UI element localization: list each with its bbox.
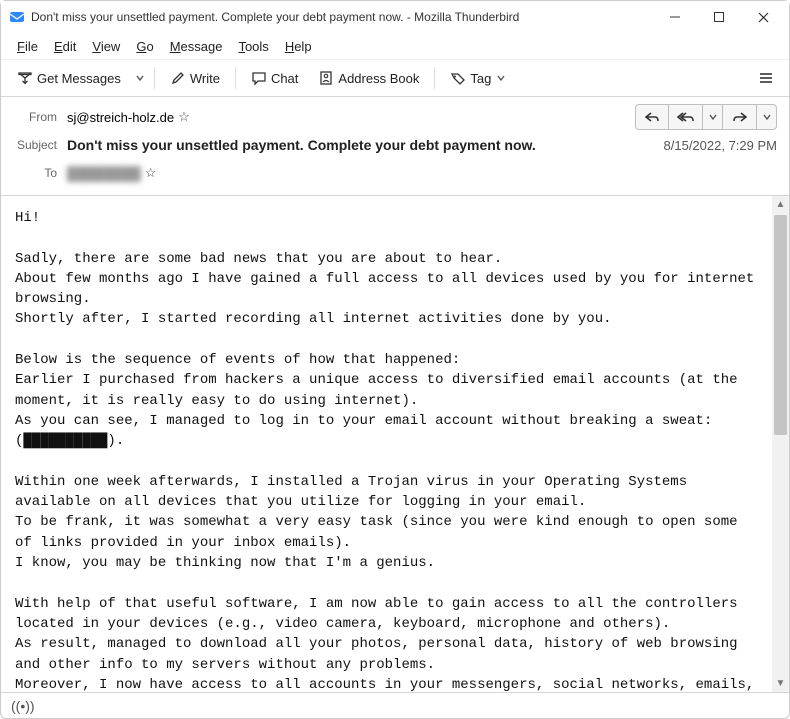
subject-value: Don't miss your unsettled payment. Compl… (67, 137, 536, 153)
forward-dropdown[interactable] (757, 104, 777, 130)
menu-help[interactable]: Help (277, 37, 320, 56)
app-menu-button[interactable] (751, 63, 781, 93)
write-label: Write (190, 71, 220, 86)
from-label: From (13, 110, 67, 124)
message-body: Hi! Sadly, there are some bad news that … (1, 196, 772, 692)
online-indicator-icon[interactable]: ((•)) (11, 698, 35, 714)
reply-all-button[interactable] (669, 104, 703, 130)
window-title: Don't miss your unsettled payment. Compl… (31, 10, 653, 24)
menu-message[interactable]: Message (162, 37, 231, 56)
separator (154, 67, 155, 89)
subject-label: Subject (13, 138, 67, 152)
from-value[interactable]: sj@streich-holz.de (67, 110, 174, 125)
statusbar: ((•)) (1, 692, 789, 718)
scroll-down-button[interactable]: ▼ (772, 675, 789, 692)
tag-button[interactable]: Tag (442, 66, 513, 90)
scroll-up-button[interactable]: ▲ (772, 196, 789, 213)
tag-label: Tag (470, 71, 491, 86)
separator (434, 67, 435, 89)
maximize-button[interactable] (697, 2, 741, 32)
reply-button[interactable] (635, 104, 669, 130)
pencil-icon (170, 70, 186, 86)
write-button[interactable]: Write (162, 66, 228, 90)
message-body-container: Hi! Sadly, there are some bad news that … (1, 196, 789, 692)
menu-view[interactable]: View (84, 37, 128, 56)
to-value[interactable]: ████████ (67, 166, 141, 181)
star-icon[interactable]: ☆ (145, 165, 157, 181)
address-book-button[interactable]: Address Book (310, 66, 427, 90)
get-messages-label: Get Messages (37, 71, 121, 86)
chat-button[interactable]: Chat (243, 66, 306, 90)
minimize-button[interactable] (653, 2, 697, 32)
toolbar: Get Messages Write Chat Address Book Tag (1, 59, 789, 97)
titlebar: Don't miss your unsettled payment. Compl… (1, 1, 789, 33)
scrollbar[interactable]: ▲ ▼ (772, 196, 789, 692)
message-actions (635, 104, 777, 130)
separator (235, 67, 236, 89)
star-icon[interactable]: ☆ (178, 109, 190, 125)
get-messages-dropdown[interactable] (133, 70, 147, 86)
chat-icon (251, 70, 267, 86)
message-headers: From sj@streich-holz.de ☆ Subject (1, 97, 789, 196)
message-datetime: 8/15/2022, 7:29 PM (656, 138, 777, 153)
app-icon (9, 9, 25, 25)
menu-tools[interactable]: Tools (230, 37, 276, 56)
chat-label: Chat (271, 71, 298, 86)
scrollbar-thumb[interactable] (774, 215, 787, 435)
to-label: To (13, 166, 67, 180)
reply-all-dropdown[interactable] (703, 104, 723, 130)
close-button[interactable] (741, 2, 785, 32)
menu-file[interactable]: File (9, 37, 46, 56)
address-book-label: Address Book (338, 71, 419, 86)
forward-button[interactable] (723, 104, 757, 130)
download-icon (17, 70, 33, 86)
addressbook-icon (318, 70, 334, 86)
menu-edit[interactable]: Edit (46, 37, 84, 56)
tag-icon (450, 70, 466, 86)
menubar: File Edit View Go Message Tools Help (1, 33, 789, 59)
menu-go[interactable]: Go (128, 37, 161, 56)
get-messages-button[interactable]: Get Messages (9, 66, 129, 90)
scrollbar-track[interactable] (772, 213, 789, 675)
